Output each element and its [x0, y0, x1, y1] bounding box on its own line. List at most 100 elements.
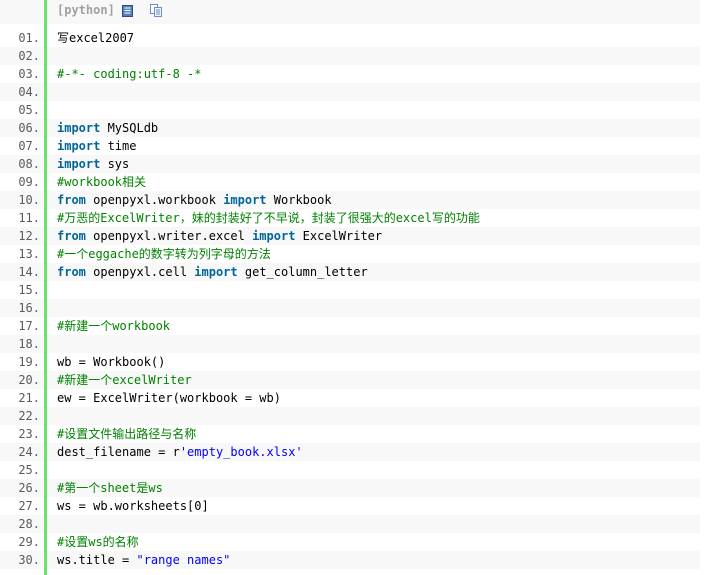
- code-text: from openpyxl.cell import get_column_let…: [57, 263, 368, 281]
- keyword-token: from: [57, 193, 86, 207]
- code-line: 29. #设置ws的名称: [0, 533, 700, 551]
- code-line: 23. #设置文件输出路径与名称: [0, 425, 700, 443]
- code-text: wb = Workbook(): [57, 353, 165, 371]
- text-token: MySQLdb: [100, 121, 159, 135]
- line-number: 23.: [18, 427, 40, 441]
- comment-token: #workbook相关: [57, 175, 147, 189]
- code-line: 06. import MySQLdb: [0, 119, 700, 137]
- text-token: ws.title =: [57, 553, 137, 567]
- right-margin: [700, 0, 725, 575]
- line-number: 21.: [18, 391, 40, 405]
- code-line: 15.: [0, 281, 700, 299]
- code-text: from openpyxl.workbook import Workbook: [57, 191, 332, 209]
- line-number: 05.: [18, 103, 40, 117]
- line-number: 27.: [18, 499, 40, 513]
- keyword-token: import: [57, 157, 101, 171]
- code-line: 22.: [0, 407, 700, 425]
- text-token: ws = wb.worksheets[0]: [57, 499, 209, 513]
- code-text: ws.title = "range names": [57, 551, 230, 569]
- code-line: 25.: [0, 461, 700, 479]
- keyword-token: import: [57, 139, 101, 153]
- code-line: 18.: [0, 335, 700, 353]
- code-text: #新建一个workbook: [57, 317, 170, 335]
- text-token: wb = Workbook(): [57, 355, 166, 369]
- line-number: 16.: [18, 301, 40, 315]
- code-line: 05.: [0, 101, 700, 119]
- comment-token: #设置ws的名称: [57, 535, 139, 549]
- line-number: 09.: [18, 175, 40, 189]
- text-token: openpyxl.workbook: [85, 193, 224, 207]
- code-text: ws = wb.worksheets[0]: [57, 497, 209, 515]
- code-text: 写excel2007: [57, 29, 134, 47]
- text-token: openpyxl.writer.excel: [85, 229, 253, 243]
- text-token: dest_filename = r: [57, 445, 180, 459]
- line-number: 04.: [18, 85, 40, 99]
- text-token: openpyxl.cell: [85, 265, 195, 279]
- code-line: 30. ws.title = "range names": [0, 551, 700, 569]
- keyword-token: import: [223, 193, 267, 207]
- keyword-token: import: [252, 229, 296, 243]
- code-line: 08. import sys: [0, 155, 700, 173]
- code-lines[interactable]: 01. 写excel2007 02. 03. #-*- coding:utf-8 -* 0…: [0, 29, 700, 569]
- code-line: 09. #workbook相关: [0, 173, 700, 191]
- code-line: 04.: [0, 83, 700, 101]
- line-number: 01.: [18, 31, 40, 45]
- code-text: from openpyxl.writer.excel import ExcelW…: [57, 227, 382, 245]
- code-text: #第一个sheet是ws: [57, 479, 163, 497]
- line-number: 22.: [18, 409, 40, 423]
- line-number: 07.: [18, 139, 40, 153]
- line-number: 24.: [18, 445, 40, 459]
- language-label: [python]: [57, 3, 115, 17]
- text-token: time: [100, 139, 137, 153]
- view-plain-icon[interactable]: [121, 4, 134, 17]
- code-line: 20. #新建一个excelWriter: [0, 371, 700, 389]
- line-number: 10.: [18, 193, 40, 207]
- line-number: 25.: [18, 463, 40, 477]
- line-number: 08.: [18, 157, 40, 171]
- line-number: 28.: [18, 517, 40, 531]
- keyword-token: from: [57, 265, 86, 279]
- comment-token: #新建一个excelWriter: [57, 373, 192, 387]
- code-viewer: [python] 01. 写excel2007 02. 03. #-*- coding:…: [0, 0, 725, 575]
- code-text: #设置文件输出路径与名称: [57, 425, 196, 443]
- code-line: 21. ew = ExcelWriter(workbook = wb): [0, 389, 700, 407]
- line-number: 26.: [18, 481, 40, 495]
- comment-token: #一个eggache的数字转为列字母的方法: [57, 247, 271, 261]
- code-line: 24. dest_filename = r'empty_book.xlsx': [0, 443, 700, 461]
- code-line: 03. #-*- coding:utf-8 -*: [0, 65, 700, 83]
- keyword-token: import: [194, 265, 238, 279]
- line-number: 06.: [18, 121, 40, 135]
- comment-token: #设置文件输出路径与名称: [57, 427, 197, 441]
- text-token: Workbook: [266, 193, 332, 207]
- text-token: sys: [100, 157, 130, 171]
- code-text: import sys: [57, 155, 129, 173]
- code-line: 11. #万恶的ExcelWriter，妹的封装好了不早说，封装了很强大的exce…: [0, 209, 700, 227]
- code-line: 10. from openpyxl.workbook import Workboo…: [0, 191, 700, 209]
- string-token: "range names": [136, 553, 231, 567]
- code-text: ew = ExcelWriter(workbook = wb): [57, 389, 281, 407]
- code-text: #workbook相关: [57, 173, 146, 191]
- code-line: 17. #新建一个workbook: [0, 317, 700, 335]
- line-number: 14.: [18, 265, 40, 279]
- comment-token: #第一个sheet是ws: [57, 481, 163, 495]
- copy-icon[interactable]: [149, 4, 162, 17]
- gutter-bar: [44, 0, 47, 575]
- string-token: 'empty_book.xlsx': [179, 445, 303, 459]
- text-token: ExcelWriter: [295, 229, 383, 243]
- text-token: ew = ExcelWriter(workbook = wb): [57, 391, 281, 405]
- keyword-token: import: [57, 121, 101, 135]
- code-text: #设置ws的名称: [57, 533, 139, 551]
- line-number: 29.: [18, 535, 40, 549]
- code-line: 16.: [0, 299, 700, 317]
- line-number: 30.: [18, 553, 40, 567]
- code-toolbar: [python]: [0, 0, 700, 24]
- line-number: 17.: [18, 319, 40, 333]
- code-line: 28.: [0, 515, 700, 533]
- code-line: 12. from openpyxl.writer.excel import Exc…: [0, 227, 700, 245]
- code-text: #-*- coding:utf-8 -*: [57, 65, 202, 83]
- code-line: 13. #一个eggache的数字转为列字母的方法: [0, 245, 700, 263]
- line-number: 18.: [18, 337, 40, 351]
- line-number: 15.: [18, 283, 40, 297]
- code-line: 01. 写excel2007: [0, 29, 700, 47]
- code-line: 02.: [0, 47, 700, 65]
